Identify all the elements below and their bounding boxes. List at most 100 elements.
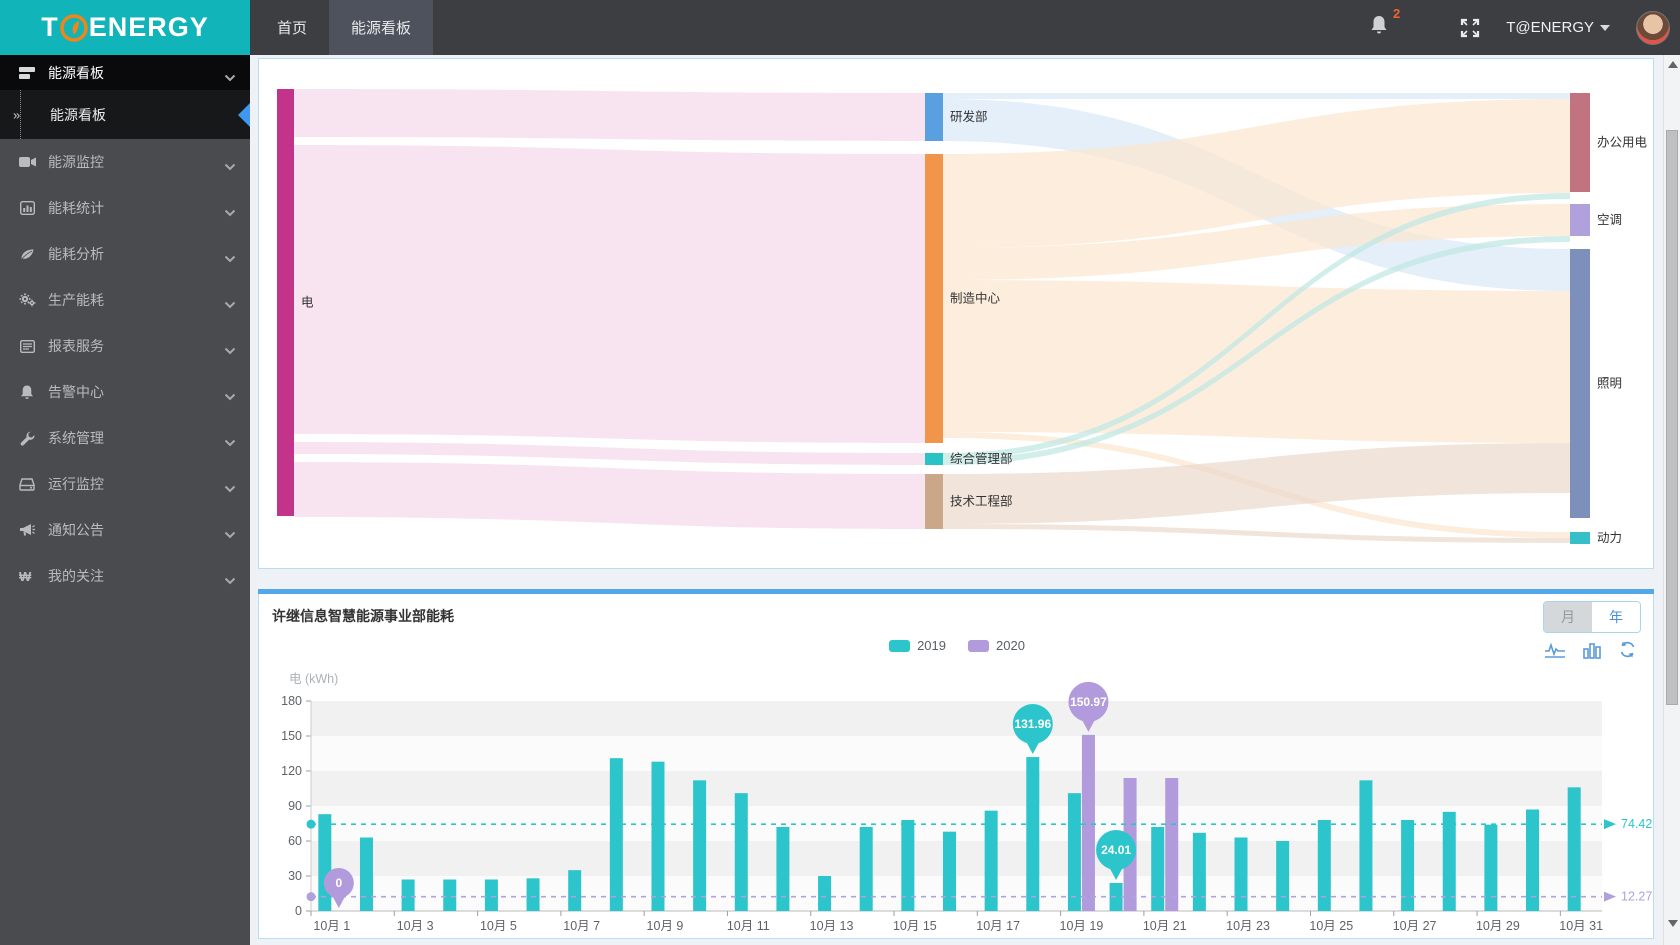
sankey-node-综合管理部[interactable]: [925, 453, 943, 465]
bar-2019-10月 11[interactable]: [734, 793, 748, 911]
scrollbar-thumb[interactable]: [1666, 130, 1678, 705]
sidebar-item-10[interactable]: ₩ 我的关注: [0, 553, 250, 599]
line-chart-icon[interactable]: [1544, 641, 1566, 658]
sidebar-item-3[interactable]: 能耗分析: [0, 231, 250, 277]
bar-chart-icon[interactable]: [1582, 641, 1602, 659]
sankey-node-技术工程部[interactable]: [925, 474, 943, 529]
sankey-flow[interactable]: [943, 93, 1570, 99]
chevron-down-icon: [224, 572, 236, 585]
x-tick-label: 10月 29: [1476, 919, 1520, 932]
sidebar-item-4[interactable]: 生产能耗: [0, 277, 250, 323]
bar-2020-10月 21[interactable]: [1165, 778, 1179, 911]
bar-2020-10月 19[interactable]: [1081, 734, 1095, 911]
chart-legend: 2019 2020: [259, 638, 1655, 653]
user-menu[interactable]: T@ENERGY: [1506, 19, 1610, 36]
sidebar-item-5[interactable]: 报表服务: [0, 323, 250, 369]
sidebar-item-2[interactable]: 能耗统计: [0, 185, 250, 231]
y-tick-label: 30: [288, 869, 302, 883]
chevron-down-icon: [224, 250, 236, 263]
sidebar-item-6[interactable]: 告警中心: [0, 369, 250, 415]
chevron-down-icon: [224, 158, 236, 171]
bar-2019-10月 14[interactable]: [859, 827, 873, 911]
sidebar-item-label: 报表服务: [48, 338, 104, 354]
page-scrollbar[interactable]: [1663, 55, 1680, 945]
y-tick-label: 180: [281, 694, 302, 708]
x-tick-label: 10月 31: [1559, 919, 1603, 932]
sidebar-item-0[interactable]: 能源看板: [0, 55, 250, 90]
sankey-node-空调[interactable]: [1570, 204, 1590, 236]
bar-chart[interactable]: 电 (kWh) 0 30 60 90 120 150 180 10月 1 10月 3 10月 5 10…: [259, 662, 1653, 932]
bar-2019-10月 24[interactable]: [1276, 841, 1290, 911]
y-axis-title: 电 (kWh): [289, 672, 338, 686]
bar-2019-10月 7[interactable]: [568, 870, 582, 911]
double-angle-icon: »: [13, 105, 21, 124]
bar-2019-10月 26[interactable]: [1359, 780, 1373, 911]
sankey-node-制造中心[interactable]: [925, 154, 943, 443]
sidebar-item-7[interactable]: 系统管理: [0, 415, 250, 461]
logo-text-left: T: [41, 12, 59, 42]
bar-2019-10月 6[interactable]: [526, 878, 540, 911]
point-balloon-label: 150.97: [1070, 695, 1107, 709]
sankey-chart[interactable]: 电 研发部制造中心综合管理部技术工程部 办公用电空调照明动力: [259, 59, 1653, 568]
bar-2019-10月 19[interactable]: [1067, 793, 1081, 911]
sankey-node-label: 技术工程部: [950, 494, 1013, 509]
notification-badge: 2: [1393, 6, 1401, 21]
sankey-node-电[interactable]: [277, 89, 294, 516]
tab-energy-dashboard[interactable]: 能源看板: [329, 0, 434, 55]
legend-item-2019[interactable]: 2019: [889, 638, 946, 653]
sankey-flow[interactable]: [294, 145, 925, 443]
x-tick-label: 10月 9: [647, 919, 684, 932]
sankey-node-办公用电[interactable]: [1570, 93, 1590, 192]
bar-2019-10月 2[interactable]: [359, 837, 373, 912]
bar-2019-10月 12[interactable]: [776, 827, 790, 911]
sidebar-item-1[interactable]: 能源监控: [0, 139, 250, 185]
bar-2019-10月 8[interactable]: [609, 758, 623, 911]
y-tick-label: 150: [281, 729, 302, 743]
avatar[interactable]: [1636, 10, 1670, 45]
sidebar-item-8[interactable]: 运行监控: [0, 461, 250, 507]
sidebar-item-label: 生产能耗: [48, 292, 104, 308]
bar-2019-10月 16[interactable]: [943, 831, 956, 911]
sidebar-item-label: 能源看板: [48, 64, 104, 81]
bar-2019-10月 4[interactable]: [443, 879, 457, 912]
selected-marker-icon: [238, 102, 250, 127]
month-button[interactable]: 月: [1544, 602, 1592, 632]
x-tick-label: 10月 21: [1143, 919, 1187, 932]
year-button[interactable]: 年: [1592, 602, 1640, 632]
sidebar-item-label: 能耗统计: [48, 200, 104, 216]
bar-2019-10月 5[interactable]: [484, 879, 498, 912]
sidebar-subitem-能源看板[interactable]: » 能源看板: [0, 90, 250, 139]
bar-2019-10月 22[interactable]: [1192, 832, 1206, 911]
scroll-up-icon[interactable]: [1668, 61, 1678, 68]
sankey-flow[interactable]: [294, 462, 925, 529]
sankey-node-label: 研发部: [950, 109, 988, 124]
sankey-flow[interactable]: [943, 280, 1570, 443]
bar-2019-10月 13[interactable]: [818, 876, 832, 911]
notification-button[interactable]: 2: [1370, 6, 1400, 40]
grid-band: [311, 771, 1602, 806]
sankey-flow[interactable]: [294, 89, 925, 141]
bar-2019-10月 18[interactable]: [1026, 757, 1040, 911]
sankey-node-研发部[interactable]: [925, 93, 943, 141]
sankey-flow[interactable]: [294, 442, 925, 465]
sankey-node-动力[interactable]: [1570, 532, 1590, 544]
refresh-icon[interactable]: [1618, 640, 1637, 659]
bar-2019-10月 9[interactable]: [651, 761, 665, 911]
bar-2019-10月 3[interactable]: [401, 879, 415, 912]
sidebar-item-9[interactable]: 通知公告: [0, 507, 250, 553]
app-logo: T ENERGY: [0, 0, 250, 55]
bar-2019-10月 31[interactable]: [1567, 787, 1581, 911]
legend-item-2020[interactable]: 2020: [968, 638, 1025, 653]
fullscreen-icon[interactable]: [1460, 18, 1480, 38]
tab-home[interactable]: 首页: [255, 0, 329, 55]
bar-2019-10月 23[interactable]: [1234, 837, 1248, 912]
energy-flow-panel: 电 研发部 制造中心 综合管理部 技术工程部 办公用电 空调 照明 动力: [258, 58, 1654, 569]
sankey-node-照明[interactable]: [1570, 249, 1590, 518]
nav-tabs: 首页 能源看板: [255, 0, 434, 55]
scroll-down-icon[interactable]: [1668, 920, 1678, 927]
x-tick-label: 10月 11: [727, 919, 770, 932]
bar-2019-10月 10[interactable]: [693, 780, 707, 911]
bar-chart-square-icon: [16, 200, 38, 216]
bar-2019-10月 29[interactable]: [1484, 824, 1498, 911]
bar-2019-10月 21[interactable]: [1151, 827, 1165, 911]
